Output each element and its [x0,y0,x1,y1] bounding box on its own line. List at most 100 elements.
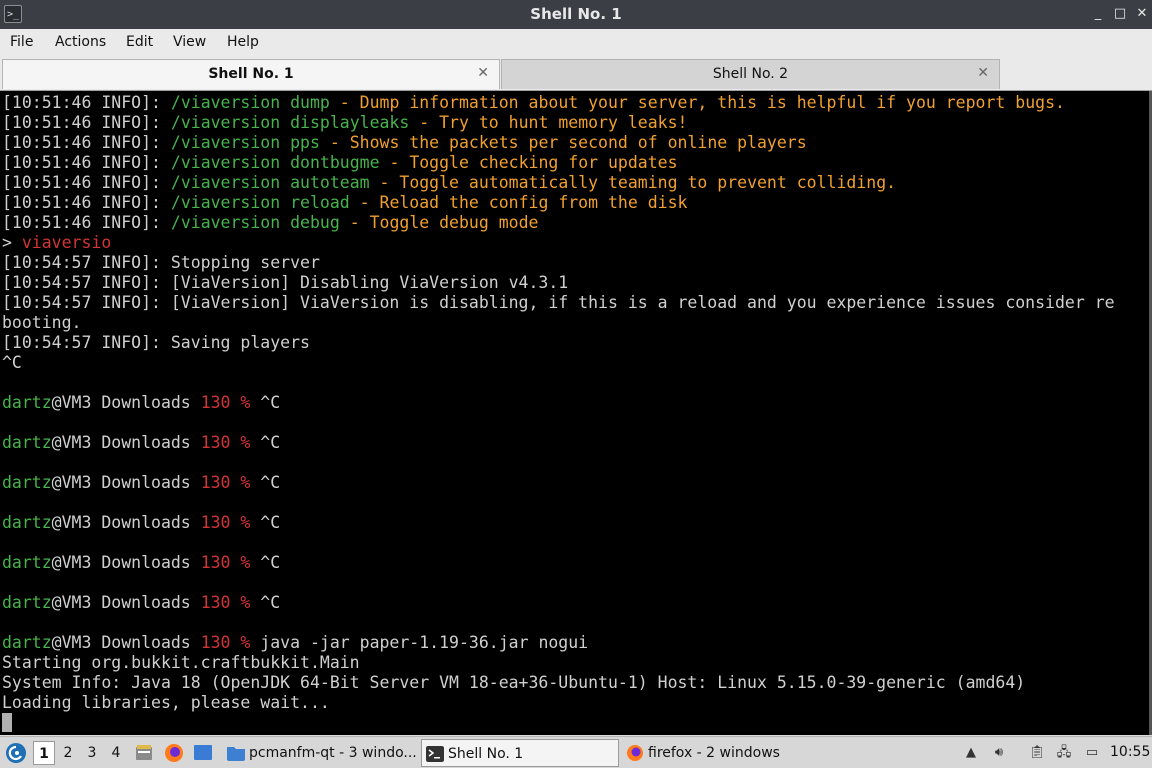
menu-bar: File Actions Edit View Help [0,29,1152,56]
terminal-text: - Toggle checking for updates [379,153,678,172]
terminal-text: java -jar paper-1.19-36.jar nogui [260,633,589,652]
terminal-text: [10:54:57 INFO]: Stopping server [2,253,320,272]
terminal-line: dartz@VM3 Downloads 130 % ^C [2,393,280,413]
terminal-text: ^C [260,433,281,452]
terminal-text: [10:51:46 INFO]: [2,213,171,232]
clock[interactable]: 10:55 [1110,737,1150,768]
task-label: firefox - 2 windows [648,745,780,761]
terminal-line: [10:51:46 INFO]: /viaversion reload - Re… [2,193,687,213]
terminal-text: dartz [2,473,52,492]
workspace-2[interactable]: 2 [57,741,79,765]
text-cursor [2,713,12,732]
file-manager-launcher-icon[interactable] [134,743,154,763]
terminal-text: @VM3 Downloads [51,473,201,492]
terminal-line: ^C [2,353,22,373]
terminal-line: dartz@VM3 Downloads 130 % ^C [2,553,280,573]
tab-shell-1[interactable]: Shell No. 1 ✕ [2,59,500,89]
menu-edit[interactable]: Edit [126,29,153,56]
terminal-line: [10:51:46 INFO]: /viaversion debug - Tog… [2,213,538,233]
terminal-text: @VM3 Downloads [51,553,201,572]
terminal-text: /viaversion dontbugme [170,153,380,172]
terminal-text: @VM3 Downloads [51,633,201,652]
workspace-1[interactable]: 1 [33,741,55,765]
terminal-text: 130 % [200,633,261,652]
terminal-text: 130 % [200,513,261,532]
task-firefox[interactable]: firefox - 2 windows [622,739,820,767]
terminal-text: System Info: Java 18 (OpenJDK 64-Bit Ser… [2,673,1026,692]
tab-close-icon[interactable]: ✕ [977,60,989,86]
volume-icon[interactable]: 🔊︎ [990,744,1008,762]
menu-actions[interactable]: Actions [55,29,106,56]
terminal-text: @VM3 Downloads [51,393,201,412]
terminal-text: dartz [2,633,52,652]
terminal-output[interactable]: [10:51:46 INFO]: /viaversion dump - Dump… [0,91,1149,735]
terminal-line: [10:54:57 INFO]: [ViaVersion] Disabling … [2,273,568,293]
terminal-text: /viaversion autoteam [170,173,370,192]
tray-arrow-icon[interactable]: ▲ [962,744,980,762]
terminal-text: [10:51:46 INFO]: [2,193,171,212]
terminal-text: [10:54:57 INFO]: [ViaVersion] Disabling … [2,273,569,292]
terminal-text: [10:54:57 INFO]: Saving players [2,333,310,352]
terminal-text: - Toggle debug mode [339,213,539,232]
terminal-line: [10:51:46 INFO]: /viaversion dump - Dump… [2,93,1065,113]
terminal-text: @VM3 Downloads [51,433,201,452]
menu-help[interactable]: Help [227,29,259,56]
terminal-text: dartz [2,513,52,532]
task-shell-1[interactable]: Shell No. 1 [421,739,619,767]
terminal-text: /viaversion debug [170,213,340,232]
terminal-text: dartz [2,433,52,452]
clipboard-icon[interactable]: 📋︎ [1028,744,1046,762]
menu-file[interactable]: File [10,29,33,56]
terminal-text: booting. [2,313,82,332]
terminal-line: dartz@VM3 Downloads 130 % ^C [2,593,280,613]
terminal-text: - Reload the config from the disk [349,193,688,212]
minimize-button[interactable]: _ [1088,4,1108,24]
terminal-line: System Info: Java 18 (OpenJDK 64-Bit Ser… [2,673,1025,693]
workspace-4[interactable]: 4 [105,741,127,765]
network-icon[interactable]: 🖧 [1055,744,1073,762]
terminal-text: ^C [260,593,281,612]
terminal-text: [10:51:46 INFO]: [2,133,171,152]
window-titlebar[interactable]: >_ Shell No. 1 _ □ ✕ [0,0,1152,29]
terminal-text: 130 % [200,553,261,572]
taskbar: 1 2 3 4 pcmanfm-qt - 3 windo... Shell No… [0,736,1152,768]
menu-view[interactable]: View [173,29,206,56]
terminal-line: Loading libraries, please wait... [2,693,330,713]
task-pcmanfm[interactable]: pcmanfm-qt - 3 windo... [223,739,419,767]
terminal-text: [10:51:46 INFO]: [2,153,171,172]
terminal-line: dartz@VM3 Downloads 130 % ^C [2,513,280,533]
terminal-text: 130 % [200,473,261,492]
terminal-line: dartz@VM3 Downloads 130 % java -jar pape… [2,633,588,653]
terminal-text: @VM3 Downloads [51,593,201,612]
terminal-text: ^C [2,353,22,372]
close-button[interactable]: ✕ [1132,4,1152,24]
terminal-text: /viaversion displayleaks [170,113,410,132]
terminal-text: ^C [260,553,281,572]
tab-close-icon[interactable]: ✕ [477,60,489,86]
terminal-line: booting. [2,313,81,333]
terminal-line: dartz@VM3 Downloads 130 % ^C [2,433,280,453]
terminal-text: ^C [260,393,281,412]
window-title: Shell No. 1 [530,5,622,23]
terminal-line: [10:54:57 INFO]: Stopping server [2,253,320,273]
task-label: pcmanfm-qt - 3 windo... [249,745,417,761]
terminal-text: /viaversion pps [170,133,320,152]
terminal-line: dartz@VM3 Downloads 130 % ^C [2,473,280,493]
terminal-text: Starting org.bukkit.craftbukkit.Main [2,653,360,672]
debian-swirl-icon[interactable] [5,742,27,764]
terminal-text: - Dump information about your server, th… [329,93,1065,112]
workspace-3[interactable]: 3 [81,741,103,765]
firefox-launcher-icon[interactable] [164,743,184,763]
maximize-button[interactable]: □ [1110,4,1130,24]
terminal-text: [10:51:46 INFO]: [2,93,171,112]
tab-label: Shell No. 2 [712,66,789,82]
show-desktop-icon[interactable] [193,744,213,762]
terminal-icon [426,746,444,762]
firefox-icon [627,745,643,761]
terminal-line: [10:54:57 INFO]: [ViaVersion] ViaVersion… [2,293,1115,313]
terminal-text: - Toggle automatically teaming to preven… [369,173,897,192]
terminal-line: [10:51:46 INFO]: /viaversion displayleak… [2,113,687,133]
battery-icon[interactable]: ▭ [1083,744,1101,762]
tab-shell-2[interactable]: Shell No. 2 ✕ [501,59,1000,89]
terminal-text: /viaversion dump [170,93,330,112]
